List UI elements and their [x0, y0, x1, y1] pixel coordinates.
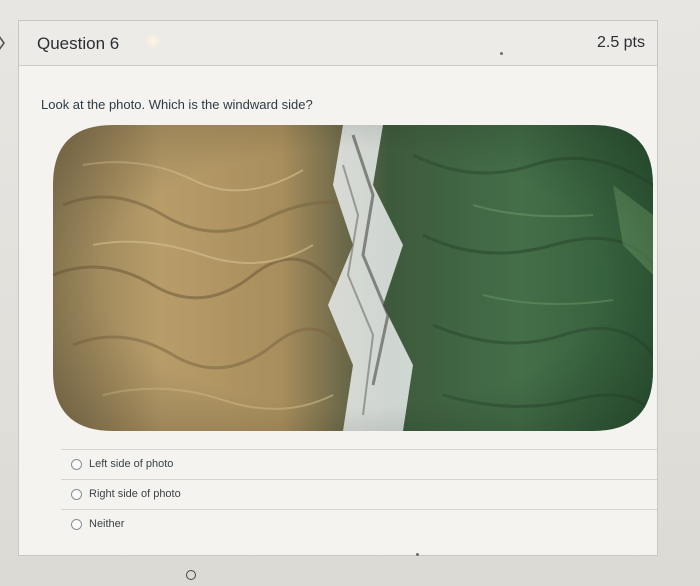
answer-label[interactable]: Neither	[89, 518, 124, 530]
cursor-icon	[186, 570, 196, 580]
screen-speck	[500, 52, 503, 55]
radio-button-icon[interactable]	[71, 489, 82, 500]
answer-option-right[interactable]: Right side of photo	[61, 479, 657, 509]
screen-glare	[146, 34, 160, 48]
chevron-right-icon	[0, 36, 5, 50]
question-header: Question 6 2.5 pts	[19, 21, 657, 66]
satellite-mountain-photo	[53, 125, 653, 431]
screen-background: Question 6 2.5 pts Look at the photo. Wh…	[0, 0, 700, 586]
screen-speck	[416, 553, 419, 556]
answer-option-left[interactable]: Left side of photo	[61, 449, 657, 479]
answer-option-neither[interactable]: Neither	[61, 509, 657, 539]
answer-list: Left side of photo Right side of photo N…	[61, 449, 657, 539]
question-points: 2.5 pts	[596, 34, 645, 51]
answer-label[interactable]: Right side of photo	[89, 488, 181, 500]
question-title: Question 6	[37, 34, 120, 53]
question-card: Question 6 2.5 pts Look at the photo. Wh…	[18, 20, 658, 556]
radio-button-icon[interactable]	[71, 519, 82, 530]
question-prompt: Look at the photo. Which is the windward…	[41, 97, 313, 112]
answer-label[interactable]: Left side of photo	[89, 458, 173, 470]
radio-button-icon[interactable]	[71, 459, 82, 470]
